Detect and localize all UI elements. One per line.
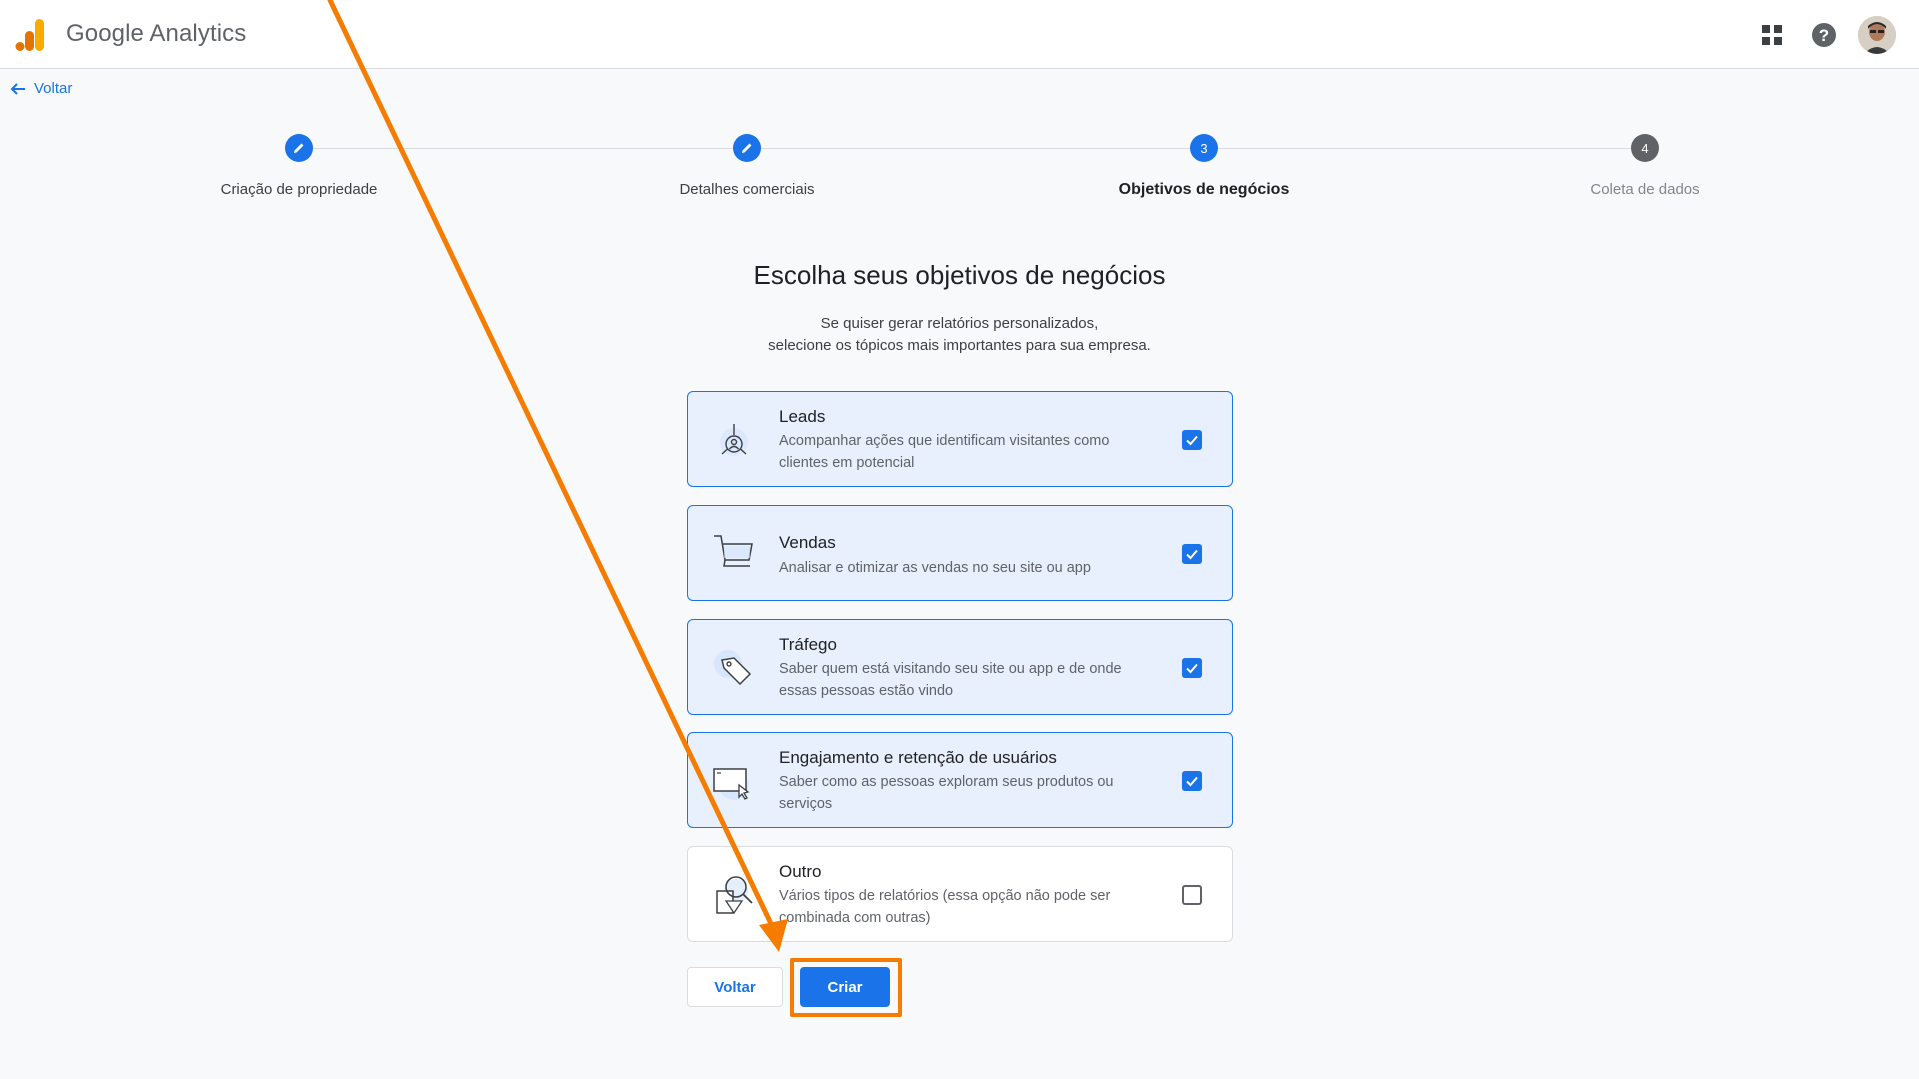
step-1-label: Criação de propriedade <box>220 181 378 198</box>
shopping-cart-icon <box>714 535 753 567</box>
trafego-checkbox[interactable] <box>1182 658 1202 678</box>
browser-cursor-icon <box>713 768 750 800</box>
tag-icon <box>714 650 752 686</box>
leads-icon <box>720 424 748 456</box>
option-title: Tráfego <box>779 635 837 654</box>
magnifier-shapes-icon <box>716 876 753 915</box>
checkmark-icon <box>1186 549 1198 560</box>
option-title: Engajamento e retenção de usuários <box>779 748 1057 767</box>
step-4-number: 4 <box>1631 134 1659 162</box>
page-subtitle: Se quiser gerar relatórios personalizado… <box>0 313 1919 357</box>
option-card-engajamento[interactable]: Engajamento e retenção de usuários Saber… <box>687 732 1233 828</box>
option-card-vendas[interactable]: Vendas Analisar e otimizar as vendas no … <box>687 505 1233 601</box>
checkmark-icon <box>1186 663 1198 674</box>
option-description: Vários tipos de relatórios (essa opção n… <box>779 888 1111 926</box>
option-card-leads[interactable]: Leads Acompanhar ações que identificam v… <box>687 391 1233 487</box>
checkmark-icon <box>1186 435 1198 446</box>
step-3-number: 3 <box>1190 134 1218 162</box>
stepper-connector <box>313 148 733 149</box>
subtitle-line-2: selecione os tópicos mais importantes pa… <box>768 337 1151 354</box>
step-4-label: Coleta de dados <box>1590 181 1700 198</box>
google-analytics-logo-icon[interactable] <box>15 18 45 52</box>
back-button[interactable]: Voltar <box>687 967 783 1007</box>
step-2-edit-icon[interactable] <box>733 134 761 162</box>
option-card-outro[interactable]: Outro Vários tipos de relatórios (essa o… <box>687 846 1233 942</box>
step-2-label: Detalhes comerciais <box>679 181 815 198</box>
outro-checkbox[interactable] <box>1182 885 1202 905</box>
user-avatar[interactable] <box>1858 16 1896 54</box>
option-title: Outro <box>779 862 822 881</box>
option-description: Saber quem está visitando seu site ou ap… <box>779 661 1122 699</box>
arrow-left-icon <box>10 82 25 95</box>
create-button[interactable]: Criar <box>800 967 890 1007</box>
checkmark-icon <box>1186 776 1198 787</box>
step-1-edit-icon[interactable] <box>285 134 313 162</box>
apps-grid-icon[interactable] <box>1755 18 1789 52</box>
option-title: Leads <box>779 407 826 426</box>
page-title: Escolha seus objetivos de negócios <box>753 260 1166 290</box>
leads-checkbox[interactable] <box>1182 430 1202 450</box>
engajamento-checkbox[interactable] <box>1182 771 1202 791</box>
subtitle-line-1: Se quiser gerar relatórios personalizado… <box>820 315 1099 332</box>
option-card-trafego[interactable]: Tráfego Saber quem está visitando seu si… <box>687 619 1233 715</box>
stepper-connector <box>761 148 1190 149</box>
option-title: Vendas <box>779 533 836 552</box>
option-description: Analisar e otimizar as vendas no seu sit… <box>779 560 1091 576</box>
top-app-bar: Google Analytics ? <box>0 0 1919 69</box>
option-description: Saber como as pessoas exploram seus prod… <box>779 774 1114 812</box>
stepper-connector <box>1218 148 1631 149</box>
option-description: Acompanhar ações que identificam visitan… <box>779 433 1110 471</box>
app-brand-name: Google Analytics <box>66 20 247 47</box>
back-link[interactable]: Voltar <box>10 80 72 97</box>
back-link-label: Voltar <box>34 80 73 97</box>
vendas-checkbox[interactable] <box>1182 544 1202 564</box>
step-3-label: Objetivos de negócios <box>1118 181 1290 198</box>
help-circle-icon[interactable]: ? <box>1807 18 1841 52</box>
svg-text:?: ? <box>1819 26 1829 45</box>
